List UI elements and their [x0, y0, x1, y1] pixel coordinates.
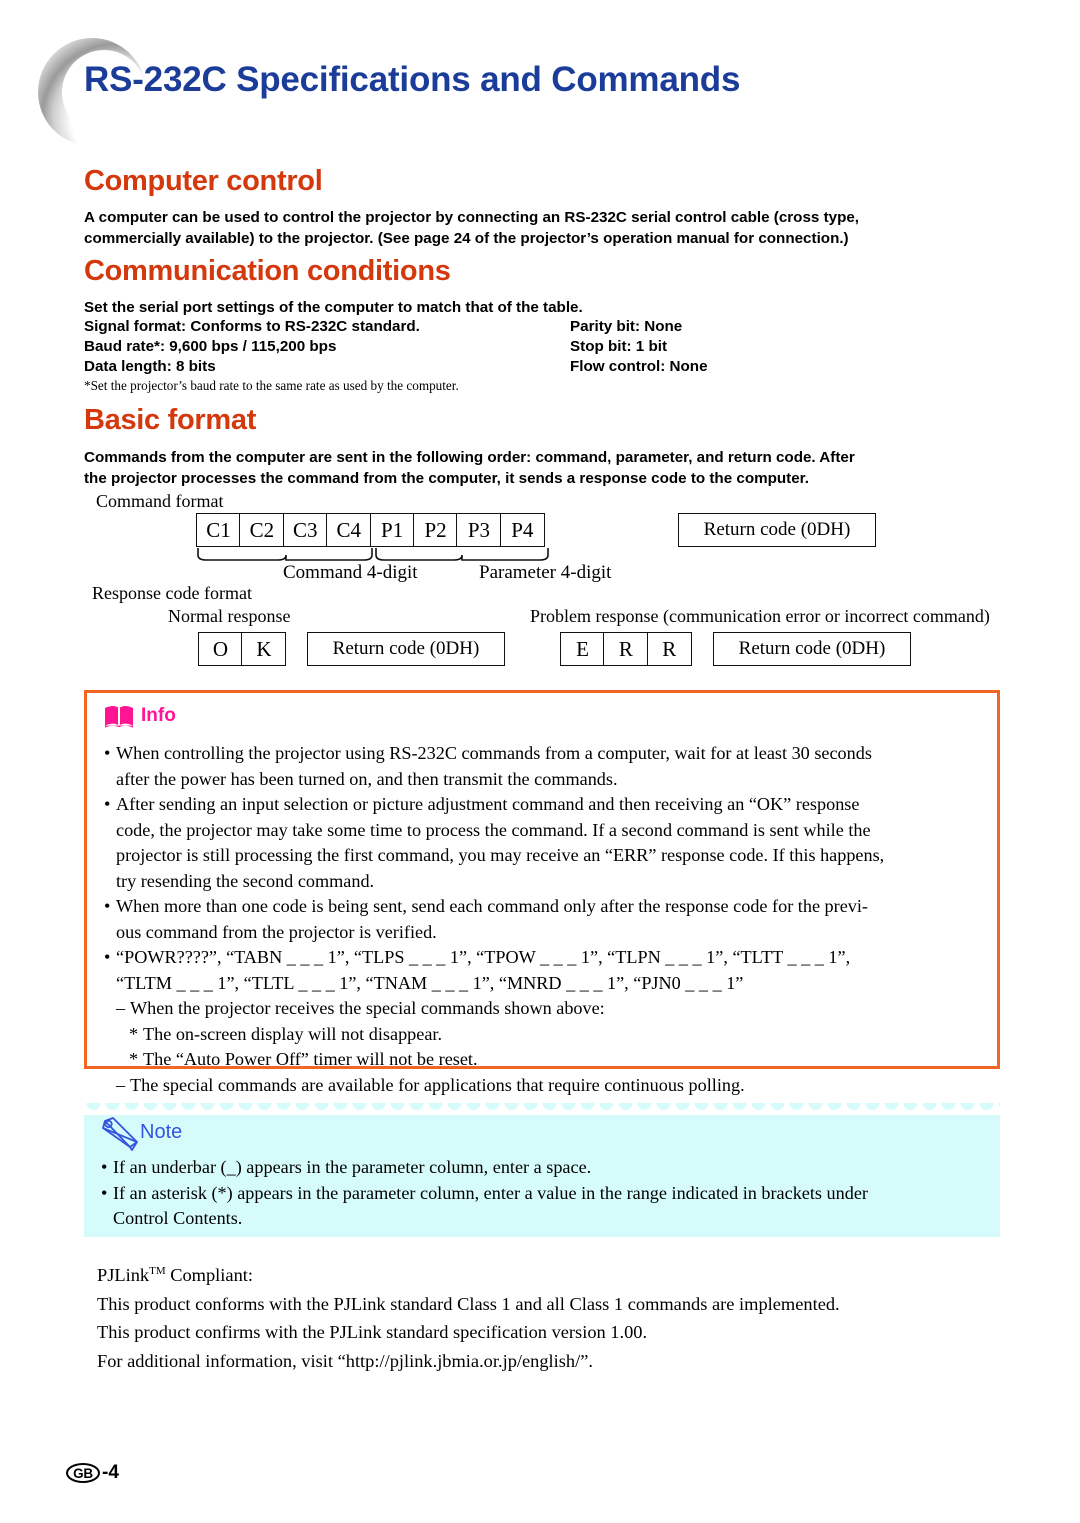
info-sub-dash-text: The special commands are available for a… [130, 1074, 745, 1095]
command-cell-p3: P3 [456, 513, 502, 547]
normal-response-cells: O K [198, 632, 287, 666]
info-sub-dash-text: When the projector receives the special … [130, 998, 605, 1018]
problem-cell-r2: R [646, 632, 692, 666]
info-item-text: When more than one code is being sent, s… [116, 896, 868, 916]
problem-cell-e: E [560, 632, 605, 666]
note-box: Note If an underbar (_) appears in the p… [84, 1102, 1000, 1237]
paragraph-computer-control-line2: commercially available) to the projector… [84, 230, 849, 247]
communication-conditions-footnote: *Set the projector’s baud rate to the sa… [84, 378, 459, 393]
response-code-format-label: Response code format [92, 583, 252, 603]
heading-communication-conditions: Communication conditions [84, 255, 451, 287]
info-item-text: after the power has been turned on, and … [116, 768, 618, 789]
normal-response-label: Normal response [168, 606, 291, 626]
command-cell-c4: C4 [326, 513, 372, 547]
paragraph-basic-format-line2: the projector processes the command from… [84, 470, 809, 487]
comm-row-0-left: Signal format: Conforms to RS-232C stand… [84, 318, 420, 335]
note-items-list: If an underbar (_) appears in the parame… [100, 1155, 988, 1232]
heading-basic-format: Basic format [84, 404, 257, 436]
info-sub-star-text: The “Auto Power Off” timer will not be r… [143, 1049, 478, 1069]
problem-response-cells: E R R [560, 632, 692, 666]
pjlink-label: PJLink [97, 1265, 150, 1286]
normal-cell-o: O [198, 632, 243, 666]
note-item-text: If an underbar (_) appears in the parame… [113, 1157, 592, 1177]
info-sub-dash-item: When the projector receives the special … [103, 996, 987, 1022]
info-command-line-1: “POWR????”, “TABN _ _ _ 1”, “TLPS _ _ _ … [116, 947, 851, 967]
page-footer: GB -4 [66, 1462, 119, 1484]
comm-row-0-right: Parity bit: None [570, 318, 683, 335]
heading-computer-control: Computer control [84, 165, 323, 197]
info-item-text: projector is still processing the first … [116, 845, 885, 865]
command-cell-p4: P4 [499, 513, 545, 547]
region-code-badge: GB [66, 1463, 100, 1483]
info-item: After sending an input selection or pict… [103, 792, 987, 894]
problem-cell-r1: R [603, 632, 649, 666]
command-format-cells: C1 C2 C3 C4 P1 P2 P3 P4 [196, 513, 545, 547]
return-code-box-2: Return code (0DH) [307, 632, 505, 666]
normal-cell-k: K [241, 632, 287, 666]
note-item: If an underbar (_) appears in the parame… [100, 1155, 988, 1181]
command-brace-label: Command 4-digit [283, 562, 418, 583]
page-header: RS-232C Specifications and Commands [0, 0, 1080, 150]
page-title: RS-232C Specifications and Commands [84, 60, 741, 99]
pjlink-block: PJLinkTM Compliant: This product conform… [97, 1257, 840, 1375]
command-cell-c3: C3 [282, 513, 328, 547]
note-item-text: If an asterisk (*) appears in the parame… [113, 1182, 868, 1203]
info-item-text: try resending the second command. [116, 870, 375, 891]
info-item-commands: “POWR????”, “TABN _ _ _ 1”, “TLPS _ _ _ … [103, 945, 987, 996]
pjlink-line-3: This product confirms with the PJLink st… [97, 1322, 648, 1343]
comm-row-1-right: Stop bit: 1 bit [570, 338, 668, 355]
communication-conditions-intro: Set the serial port settings of the comp… [84, 299, 583, 316]
info-item-text: code, the projector may take some time t… [116, 819, 871, 840]
return-code-box-3: Return code (0DH) [713, 632, 911, 666]
note-box-scalloped-edge [84, 1102, 1000, 1115]
command-cell-p2: P2 [413, 513, 459, 547]
parameter-brace-label: Parameter 4-digit [479, 562, 612, 583]
info-sub-star-item: The on-screen display will not disappear… [103, 1022, 987, 1048]
pjlink-compliant-line: PJLinkTM Compliant: [97, 1257, 840, 1290]
command-cell-c2: C2 [239, 513, 285, 547]
pjlink-compliant-suffix: Compliant: [165, 1265, 253, 1286]
info-item-text: When controlling the projector using RS-… [116, 743, 872, 763]
info-sub-star-item: The “Auto Power Off” timer will not be r… [103, 1047, 987, 1073]
pjlink-trademark: TM [149, 1265, 166, 1277]
note-title: Note [140, 1121, 183, 1143]
page-number: -4 [102, 1462, 119, 1483]
note-item-text: Control Contents. [113, 1208, 243, 1228]
problem-response-label: Problem response (communication error or… [530, 606, 990, 626]
info-sub-dash-item: The special commands are available for a… [103, 1073, 987, 1099]
comm-row-2-left: Data length: 8 bits [84, 358, 216, 375]
note-item: If an asterisk (*) appears in the parame… [100, 1181, 988, 1232]
paragraph-computer-control-line1: A computer can be used to control the pr… [84, 209, 860, 226]
pjlink-line-4: For additional information, visit “http:… [97, 1350, 593, 1371]
open-book-icon [105, 706, 133, 728]
info-item: When more than one code is being sent, s… [103, 894, 987, 945]
info-item-text: After sending an input selection or pict… [116, 794, 860, 814]
pencil-icon [102, 1117, 138, 1151]
comm-row-2-right: Flow control: None [570, 358, 708, 375]
command-cell-c1: C1 [196, 513, 241, 547]
return-code-box-1: Return code (0DH) [678, 513, 876, 547]
info-items-list: When controlling the projector using RS-… [103, 741, 987, 1098]
info-command-line-2: “TLTM _ _ _ 1”, “TLTL _ _ _ 1”, “TNAM _ … [116, 972, 744, 993]
info-sub-star-text: The on-screen display will not disappear… [143, 1023, 443, 1044]
info-title: Info [141, 705, 176, 726]
pjlink-line-2: This product conforms with the PJLink st… [97, 1293, 840, 1314]
command-cell-p1: P1 [369, 513, 415, 547]
paragraph-basic-format-line1: Commands from the computer are sent in t… [84, 449, 855, 466]
info-item: When controlling the projector using RS-… [103, 741, 987, 792]
info-box: Info When controlling the projector usin… [84, 690, 1000, 1098]
command-format-label: Command format [96, 491, 224, 511]
info-item-text: ous command from the projector is verifi… [116, 921, 437, 942]
comm-row-1-left: Baud rate*: 9,600 bps / 115,200 bps [84, 338, 337, 355]
